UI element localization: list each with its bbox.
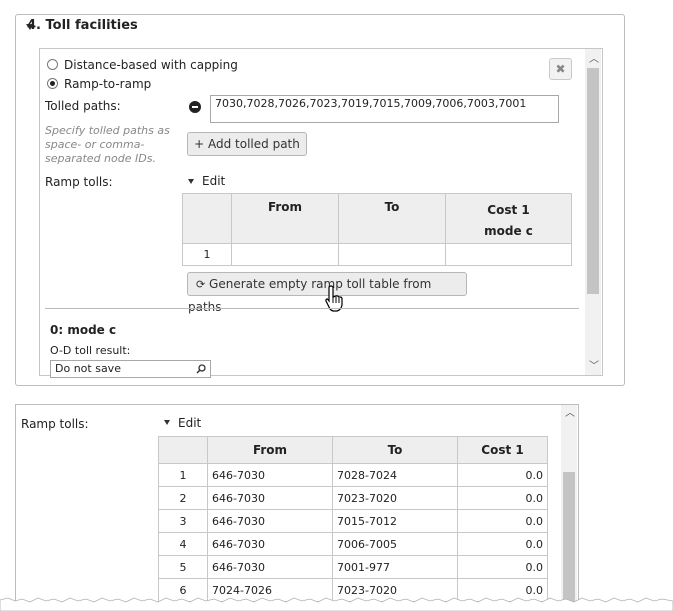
column-header-to: To [338, 193, 446, 244]
cost-cell[interactable]: 0.0 [457, 486, 548, 510]
to-cell[interactable]: 7028-7024 [332, 463, 458, 487]
column-header-cost: Cost 1 [457, 436, 548, 464]
ramp-tolls-label: Ramp tolls: [45, 175, 113, 189]
ramp-tolls-table: From To Cost 1 mode c 1 [182, 193, 572, 266]
cost-cell[interactable]: 0.0 [457, 555, 548, 579]
scroll-up-icon[interactable]: ︿ [565, 409, 575, 419]
od-toll-result-label: O-D toll result: [50, 344, 131, 357]
row-number-header [158, 436, 208, 464]
cost-cell[interactable]: 0.0 [457, 463, 548, 487]
tolled-paths-label: Tolled paths: [45, 99, 121, 113]
row-number: 3 [158, 509, 208, 533]
ramp-tolls-edit-toggle[interactable]: Edit [178, 416, 201, 430]
radio-distance-based[interactable] [47, 59, 58, 70]
section-title[interactable]: 4. Toll facilities [27, 18, 138, 33]
ramp-tolls-scrollbar-thumb[interactable] [563, 472, 575, 611]
row-number: 2 [158, 486, 208, 510]
edit-triangle-icon[interactable] [164, 420, 170, 425]
to-cell[interactable]: 7015-7012 [332, 509, 458, 533]
cost-cell[interactable]: 0.0 [457, 532, 548, 556]
from-cell[interactable]: 646-7030 [207, 532, 333, 556]
from-cell[interactable]: 646-7030 [207, 463, 333, 487]
table-row[interactable]: 1 646-7030 7028-7024 0.0 [158, 463, 548, 487]
scroll-down-icon[interactable]: ﹀ [589, 362, 599, 372]
od-toll-result-select[interactable]: Do not save [50, 360, 211, 378]
column-header-from: From [231, 193, 339, 244]
scroll-up-icon[interactable]: ︿ [589, 55, 599, 65]
edit-triangle-icon[interactable] [188, 179, 194, 184]
radio-ramp-to-ramp[interactable] [47, 78, 58, 89]
to-cell[interactable]: 7006-7005 [332, 532, 458, 556]
to-cell[interactable]: 7023-7020 [332, 486, 458, 510]
remove-facility-button[interactable]: ✖ [549, 58, 572, 80]
table-row[interactable]: 1 [182, 243, 572, 266]
row-number-header [182, 193, 232, 244]
cost-cell[interactable] [445, 243, 572, 266]
row-number: 5 [158, 555, 208, 579]
tolled-paths-input[interactable]: 7030,7028,7026,7023,7019,7015,7009,7006,… [210, 95, 559, 123]
remove-path-icon[interactable] [189, 101, 201, 113]
cost-cell[interactable]: 0.0 [457, 509, 548, 533]
table-row[interactable]: 2 646-7030 7023-7020 0.0 [158, 486, 548, 510]
from-cell[interactable]: 646-7030 [207, 486, 333, 510]
search-icon [196, 364, 206, 374]
close-icon: ✖ [555, 62, 566, 76]
to-cell[interactable] [338, 243, 446, 266]
ramp-tolls-edit-toggle[interactable]: Edit [202, 174, 225, 188]
table-row[interactable]: 4 646-7030 7006-7005 0.0 [158, 532, 548, 556]
tolled-paths-help: Specify tolled paths as space- or comma-… [45, 124, 170, 165]
refresh-icon: ⟳ [196, 278, 206, 291]
column-header-from: From [207, 436, 333, 464]
divider [45, 308, 579, 309]
column-header-cost: Cost 1 mode c [445, 193, 572, 244]
from-cell[interactable] [231, 243, 339, 266]
torn-edge [0, 597, 673, 611]
editor-scrollbar-thumb[interactable] [587, 68, 599, 294]
radio-distance-based-label[interactable]: Distance-based with capping [64, 58, 238, 72]
table-row[interactable]: 5 646-7030 7001-977 0.0 [158, 555, 548, 579]
row-number: 1 [158, 463, 208, 487]
from-cell[interactable]: 646-7030 [207, 555, 333, 579]
ramp-tolls-data-table: From To Cost 1 1 646-7030 7028-7024 0.0 … [158, 436, 548, 602]
ramp-tolls-label: Ramp tolls: [21, 417, 89, 431]
table-row[interactable]: 3 646-7030 7015-7012 0.0 [158, 509, 548, 533]
radio-ramp-to-ramp-label[interactable]: Ramp-to-ramp [64, 77, 151, 91]
row-number: 4 [158, 532, 208, 556]
from-cell[interactable]: 646-7030 [207, 509, 333, 533]
mode-section-title: 0: mode c [50, 323, 117, 337]
row-number: 1 [182, 243, 232, 266]
to-cell[interactable]: 7001-977 [332, 555, 458, 579]
add-tolled-path-button[interactable]: + Add tolled path [187, 132, 307, 156]
column-header-to: To [332, 436, 458, 464]
